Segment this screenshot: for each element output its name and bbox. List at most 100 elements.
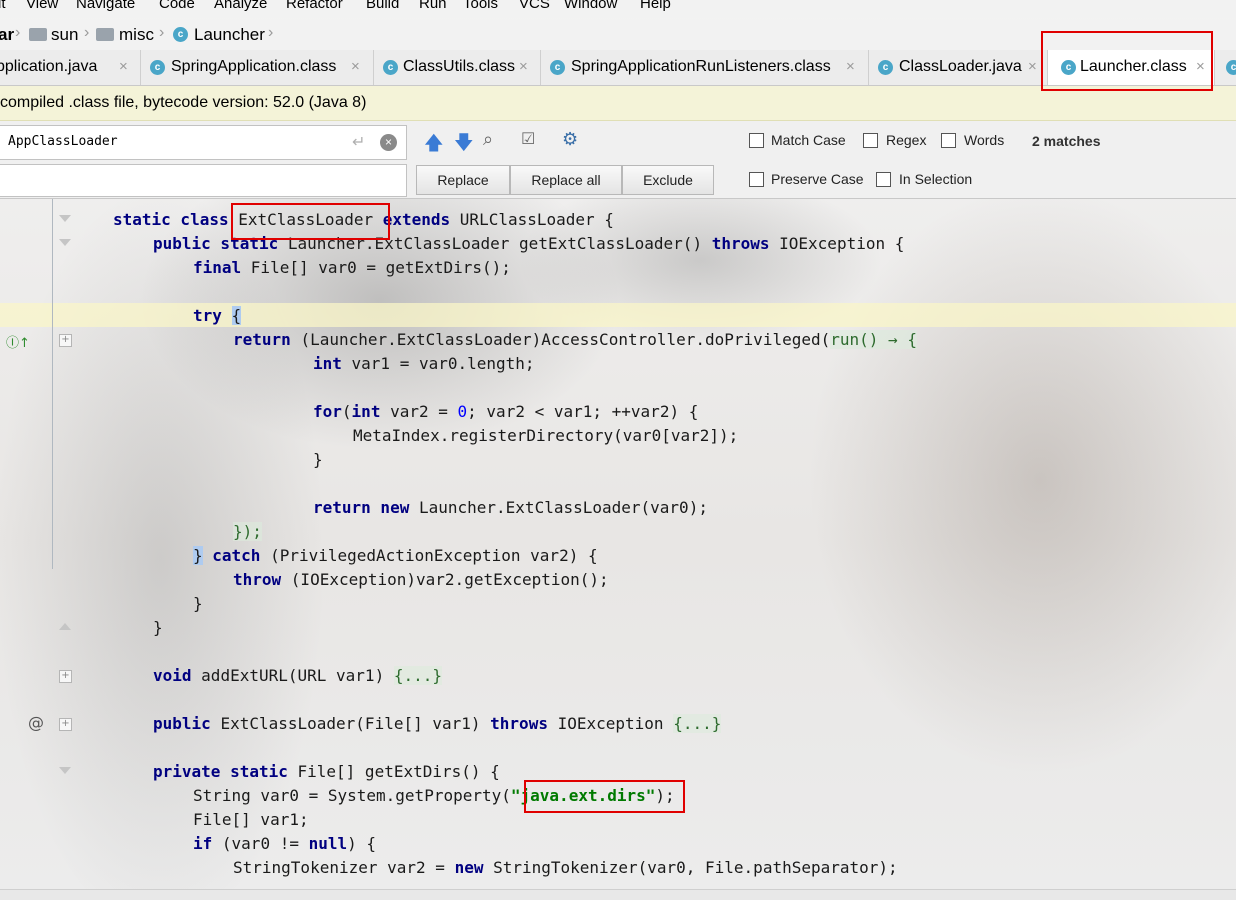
- words-checkbox[interactable]: [941, 133, 956, 148]
- lambda-fold[interactable]: run() → {: [830, 330, 917, 349]
- menu-refactor[interactable]: Refactor: [286, 0, 343, 11]
- menu-analyze[interactable]: Analyze: [214, 0, 267, 11]
- class-icon: c: [173, 27, 188, 42]
- tab-springapplication-class[interactable]: c SpringApplication.class ×: [141, 50, 374, 85]
- method-fold[interactable]: {...}: [673, 714, 722, 733]
- menu-window[interactable]: Window: [564, 0, 617, 11]
- code-line: throw (IOException)var2.getException();: [233, 568, 609, 592]
- breadcrumb-item-jar[interactable]: ar: [0, 25, 14, 45]
- close-icon[interactable]: ×: [119, 58, 128, 75]
- code-text: (PrivilegedActionException var2) {: [270, 546, 598, 565]
- close-icon[interactable]: ×: [351, 58, 360, 75]
- keyword: static class: [113, 210, 239, 229]
- regex-checkbox[interactable]: [863, 133, 878, 148]
- menu-build[interactable]: Build: [366, 0, 399, 11]
- menu-navigate[interactable]: Navigate: [76, 0, 135, 11]
- close-icon[interactable]: ×: [846, 58, 855, 75]
- tab-springapplicationrunlisteners-class[interactable]: c SpringApplicationRunListeners.class ×: [541, 50, 869, 85]
- method-fold[interactable]: {...}: [393, 666, 442, 685]
- class-icon: c: [550, 60, 565, 75]
- code-line: MetaIndex.registerDirectory(var0[var2]);: [353, 426, 739, 445]
- close-icon[interactable]: ×: [519, 58, 528, 75]
- menu-edit[interactable]: it: [0, 0, 6, 11]
- caret-line-highlight: [0, 303, 1236, 327]
- replace-input[interactable]: [0, 164, 407, 197]
- find-all-icon[interactable]: ⌕: [483, 129, 493, 150]
- keyword: for: [313, 402, 342, 421]
- fold-icon[interactable]: [59, 767, 71, 774]
- fold-icon[interactable]: [59, 239, 71, 246]
- tab-overflow[interactable]: c: [1215, 50, 1236, 85]
- menu-code[interactable]: Code: [159, 0, 195, 11]
- code-editor[interactable]: Ⓘ↑ + + @ + static class ExtClassLoader e…: [0, 199, 1236, 889]
- preserve-case-label: Preserve Case: [771, 171, 864, 187]
- clear-icon[interactable]: ×: [380, 134, 397, 151]
- tab-label: SpringApplication.class: [171, 58, 337, 75]
- tab-application-java[interactable]: pplication.java ×: [0, 50, 141, 85]
- string-literal: "java.ext.dirs": [510, 786, 656, 805]
- menu-help[interactable]: Help: [640, 0, 671, 11]
- chevron-right-icon: ›: [268, 24, 274, 41]
- replace-all-button[interactable]: Replace all: [510, 165, 622, 195]
- class-icon: c: [383, 60, 398, 75]
- class-icon: c: [878, 60, 893, 75]
- code-text: ; var2 < var1; ++var2) {: [467, 402, 699, 421]
- matched-brace: {: [231, 306, 242, 325]
- breadcrumb-item-sun[interactable]: sun: [51, 25, 78, 45]
- close-icon[interactable]: ×: [1028, 58, 1037, 75]
- menu-view[interactable]: View: [26, 0, 58, 11]
- match-case-checkbox[interactable]: [749, 133, 764, 148]
- code-text: String var0 = System.getProperty(: [193, 786, 511, 805]
- code-text: (Launcher.ExtClassLoader)AccessControlle…: [300, 330, 831, 349]
- expand-icon[interactable]: +: [59, 670, 72, 683]
- menu-vcs[interactable]: VCS: [519, 0, 550, 11]
- keyword: catch: [202, 546, 271, 565]
- code-text: IOException {: [779, 234, 905, 253]
- previous-occurrence-icon[interactable]: 🡅: [424, 129, 444, 161]
- keyword: throw: [233, 570, 291, 589]
- expand-icon[interactable]: +: [59, 718, 72, 731]
- tab-classutils-class[interactable]: c ClassUtils.class ×: [374, 50, 541, 85]
- replace-button[interactable]: Replace: [416, 165, 510, 195]
- menu-tools[interactable]: Tools: [463, 0, 498, 11]
- tab-label: pplication.java: [0, 58, 98, 75]
- code-text: ) {: [347, 834, 377, 853]
- match-count: 2 matches: [1032, 133, 1101, 149]
- keyword: null: [308, 834, 348, 853]
- match-case-label: Match Case: [771, 132, 846, 148]
- tab-classloader-java[interactable]: c ClassLoader.java ×: [869, 50, 1048, 85]
- code-text: );: [655, 786, 675, 805]
- code-text: var2 =: [390, 402, 458, 421]
- fold-end-icon[interactable]: [59, 623, 71, 630]
- notice-text: compiled .class file, bytecode version: …: [0, 94, 367, 111]
- code-line: return new Launcher.ExtClassLoader(var0)…: [313, 496, 708, 520]
- fold-icon[interactable]: [59, 215, 71, 222]
- exclude-button[interactable]: Exclude: [622, 165, 714, 195]
- code-line: public ExtClassLoader(File[] var1) throw…: [153, 712, 722, 736]
- keyword: extends: [373, 210, 460, 229]
- tab-launcher-class[interactable]: c Launcher.class ×: [1048, 50, 1215, 85]
- code-line: });: [233, 520, 262, 544]
- scope-indicator: [52, 199, 53, 569]
- breadcrumb-item-misc[interactable]: misc: [119, 25, 154, 45]
- close-icon[interactable]: ×: [1196, 58, 1205, 75]
- menu-run[interactable]: Run: [419, 0, 447, 11]
- code-text: addExtURL(URL var1): [201, 666, 394, 685]
- code-text: StringTokenizer(var0, File.pathSeparator…: [493, 858, 898, 877]
- in-selection-checkbox[interactable]: [876, 172, 891, 187]
- next-occurrence-icon[interactable]: 🡇: [454, 129, 474, 161]
- keyword: int: [313, 354, 352, 373]
- breadcrumb-item-launcher[interactable]: Launcher: [194, 25, 265, 45]
- expand-icon[interactable]: +: [59, 334, 72, 347]
- search-input[interactable]: AppClassLoader ↵ ×: [0, 125, 407, 160]
- settings-gear-icon[interactable]: ⚙: [562, 129, 578, 150]
- code-line: private static File[] getExtDirs() {: [153, 760, 500, 784]
- code-line: void addExtURL(URL var1) {...}: [153, 664, 442, 688]
- keyword: private static: [153, 762, 298, 781]
- preserve-case-checkbox[interactable]: [749, 172, 764, 187]
- code-line: }: [313, 450, 323, 469]
- menu-bar: it View Navigate Code Analyze Refactor B…: [0, 0, 1236, 18]
- newline-icon[interactable]: ↵: [352, 132, 365, 152]
- select-all-occurrences-icon[interactable]: ☑: [521, 129, 535, 149]
- number-literal: 0: [457, 402, 468, 421]
